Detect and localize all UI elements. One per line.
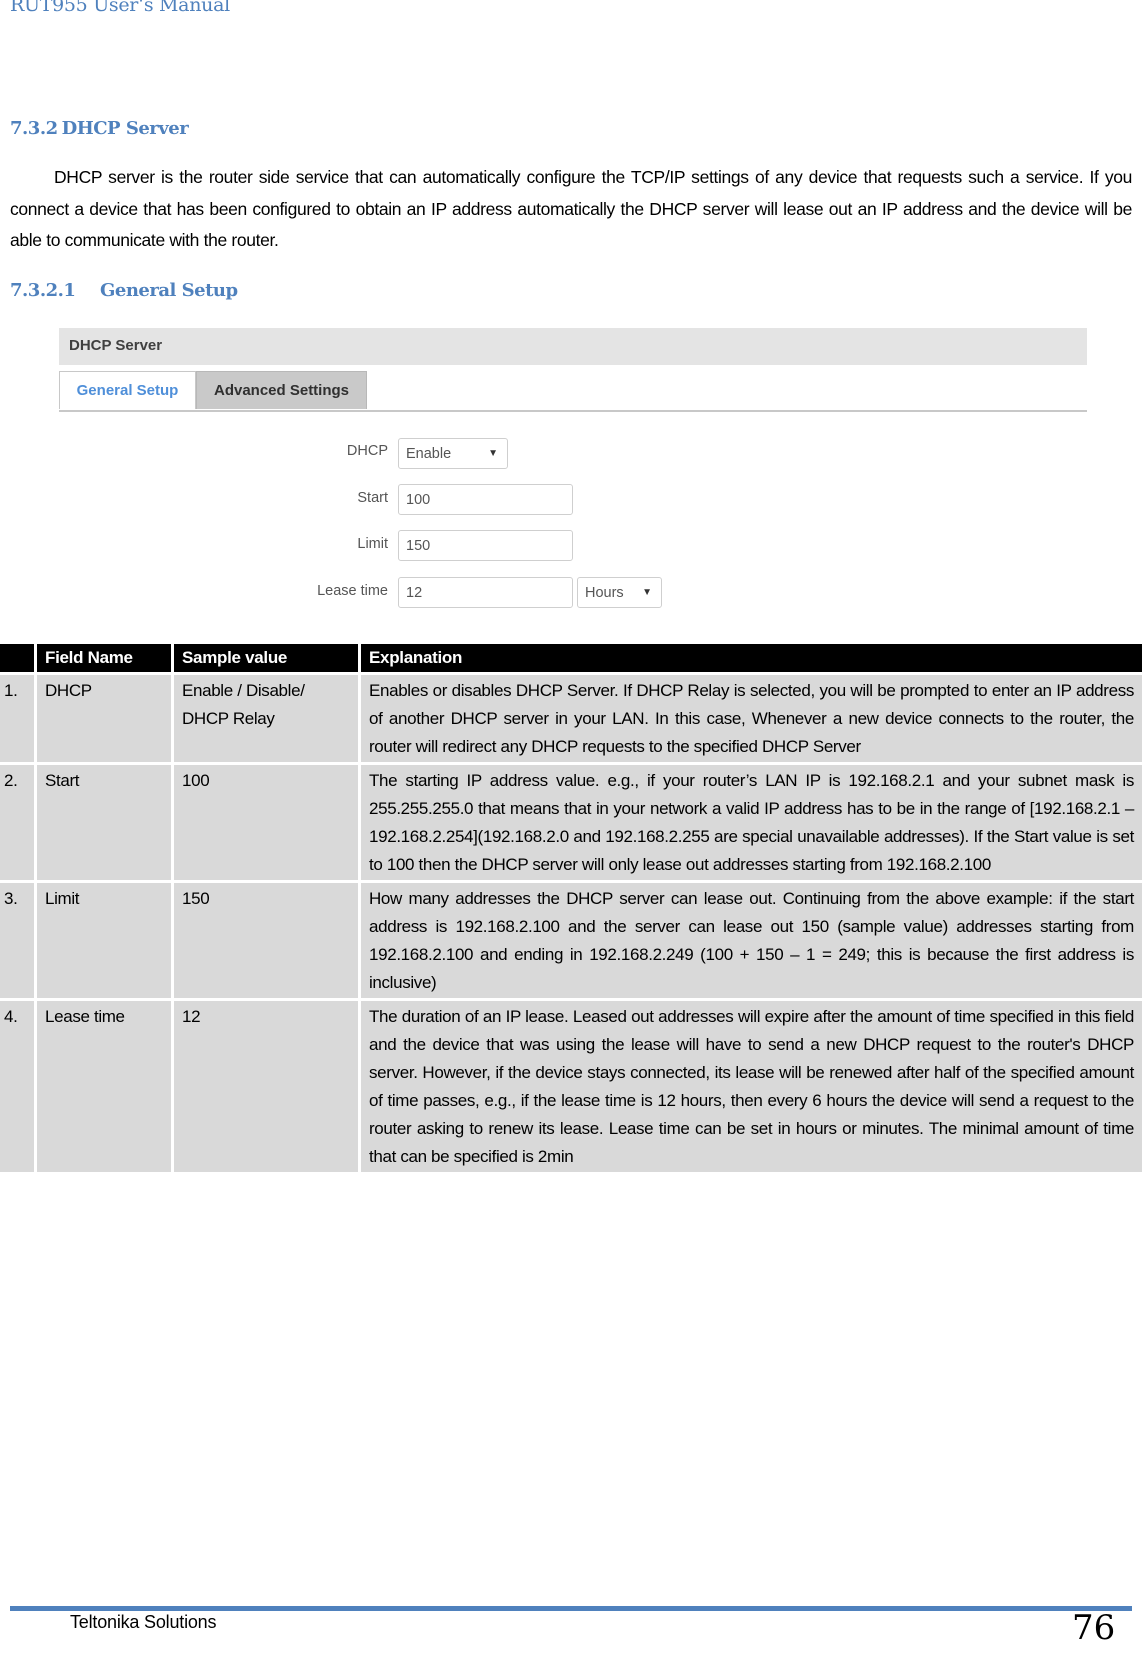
limit-label: Limit [357,536,388,552]
explanation: How many addresses the DHCP server can l… [361,883,1142,998]
field-name: DHCP [37,675,171,762]
section-number: 7.3.2 [10,118,58,139]
header-field-name: Field Name [37,644,171,672]
dhcp-server-panel-header: DHCP Server [59,328,1087,365]
tab-general-setup[interactable]: General Setup [59,371,196,409]
panel-title: DHCP Server [69,337,163,354]
dhcp-label: DHCP [346,443,388,459]
header-sample-value: Sample value [174,644,358,672]
start-label: Start [357,490,388,506]
running-header: RUT955 User‘s Manual [10,0,230,16]
field-name: Limit [37,883,171,998]
row-number: 1. [0,675,34,762]
lease-time-label: Lease time [317,583,388,599]
dhcp-select[interactable]: Enable ▼ [398,438,508,469]
table-row: 4. Lease time 12 The duration of an IP l… [0,1001,1142,1172]
subsection-heading: 7.3.2.1 General Setup [10,280,238,301]
sample-value: 100 [174,765,358,880]
row-number: 2. [0,765,34,880]
start-input[interactable]: 100 [398,484,573,515]
explanation: The duration of an IP lease. Leased out … [361,1001,1142,1172]
section-title: DHCP Server [61,118,189,139]
explanation: The starting IP address value. e.g., if … [361,765,1142,880]
lease-time-unit-value: Hours [585,584,624,601]
row-number: 3. [0,883,34,998]
chevron-down-icon: ▼ [488,448,498,459]
sample-value: Enable / Disable/ DHCP Relay [174,675,358,762]
table-row: 1. DHCP Enable / Disable/ DHCP Relay Ena… [0,675,1142,762]
row-number: 4. [0,1001,34,1172]
field-table: Field Name Sample value Explanation 1. D… [0,641,1142,1175]
subsection-number: 7.3.2.1 [10,280,76,301]
section-heading: 7.3.2 DHCP Server [10,118,189,139]
footer-divider [10,1606,1132,1611]
chevron-down-icon: ▼ [642,587,652,598]
limit-input[interactable]: 150 [398,530,573,561]
settings-tabs: General Setup Advanced Settings [59,371,1087,412]
field-name: Start [37,765,171,880]
explanation: Enables or disables DHCP Server. If DHCP… [361,675,1142,762]
field-name: Lease time [37,1001,171,1172]
sample-value: 150 [174,883,358,998]
intro-paragraph: DHCP server is the router side service t… [10,167,1132,250]
table-row: 3. Limit 150 How many addresses the DHCP… [0,883,1142,998]
table-row: 2. Start 100 The starting IP address val… [0,765,1142,880]
dhcp-select-value: Enable [406,445,452,462]
header-number [0,644,34,672]
footer-company: Teltonika Solutions [70,1612,217,1632]
header-explanation: Explanation [361,644,1142,672]
lease-time-input[interactable]: 12 [398,577,573,608]
tab-advanced-settings[interactable]: Advanced Settings [196,371,367,409]
page-number: 76 [1072,1608,1116,1648]
subsection-title: General Setup [100,280,238,301]
sample-value: 12 [174,1001,358,1172]
lease-time-unit-select[interactable]: Hours ▼ [577,577,662,608]
table-header-row: Field Name Sample value Explanation [0,644,1142,672]
